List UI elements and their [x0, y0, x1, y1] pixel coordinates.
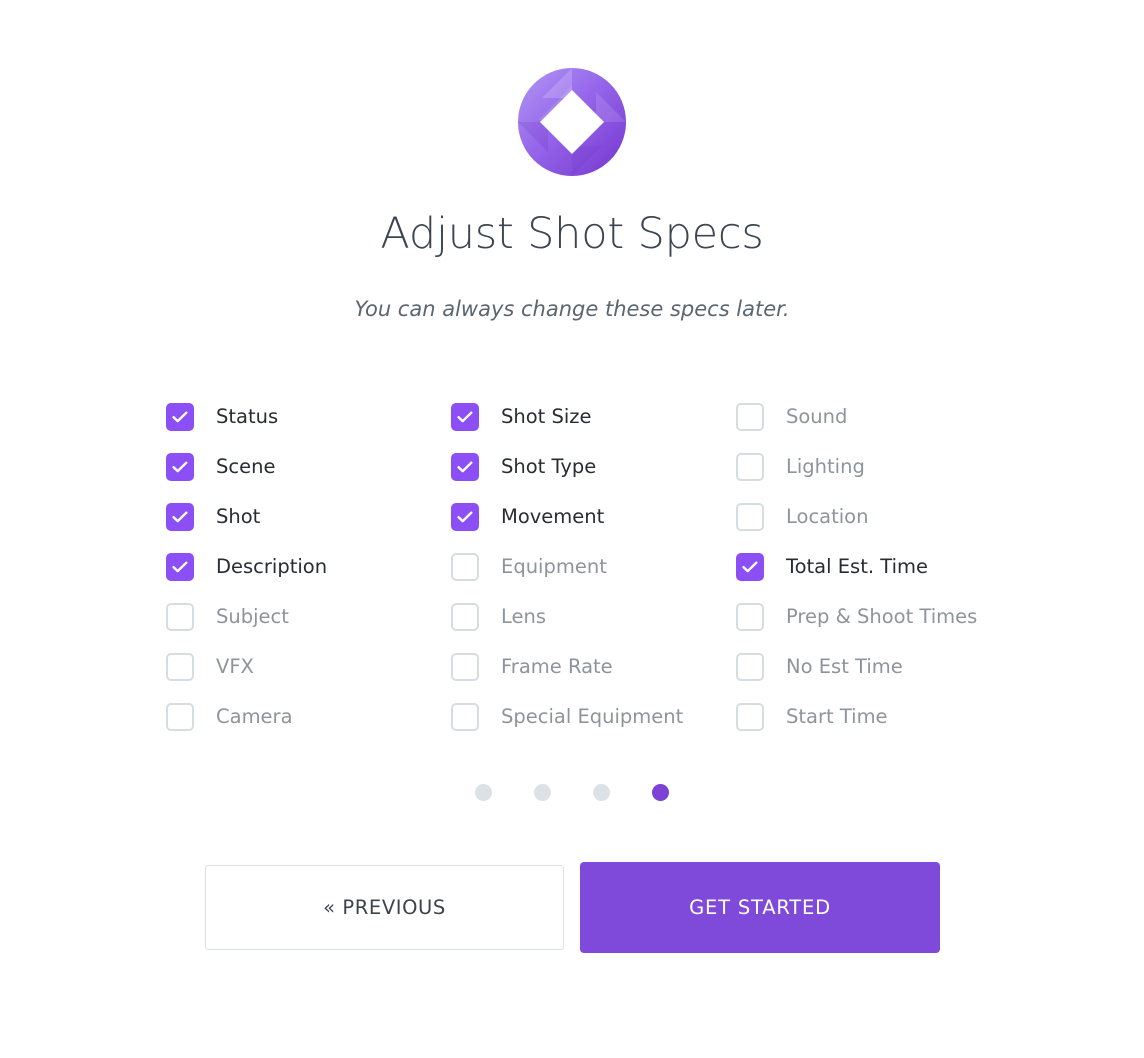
pagination-dot-1[interactable]: [475, 784, 492, 801]
spec-row[interactable]: Subject: [166, 592, 451, 642]
check-icon: [168, 555, 192, 579]
spec-row[interactable]: Prep & Shoot Times: [736, 592, 1026, 642]
checkbox-label[interactable]: Sound: [786, 403, 847, 431]
check-icon: [453, 505, 477, 529]
spec-row[interactable]: Lighting: [736, 442, 1026, 492]
checkbox-label[interactable]: Shot: [216, 503, 260, 531]
spec-row[interactable]: Scene: [166, 442, 451, 492]
checkbox-box[interactable]: [736, 653, 764, 681]
pagination-dot-2[interactable]: [534, 784, 551, 801]
checkbox-label[interactable]: Lighting: [786, 453, 865, 481]
check-icon: [168, 505, 192, 529]
checkbox-label[interactable]: Frame Rate: [501, 653, 613, 681]
footer-actions: « PREVIOUS GET STARTED: [0, 862, 1144, 957]
spec-row[interactable]: Location: [736, 492, 1026, 542]
aperture-diamond-logo-icon: [518, 68, 626, 176]
spec-row[interactable]: Description: [166, 542, 451, 592]
checkbox-box[interactable]: [166, 603, 194, 631]
checkbox-box[interactable]: [736, 453, 764, 481]
spec-row[interactable]: Shot: [166, 492, 451, 542]
checkbox-box[interactable]: [166, 553, 194, 581]
checkbox-label[interactable]: Shot Size: [501, 403, 592, 431]
spec-row[interactable]: Camera: [166, 692, 451, 742]
onboarding-screen: Adjust Shot Specs You can always change …: [0, 0, 1144, 1058]
previous-button[interactable]: « PREVIOUS: [205, 865, 564, 950]
checkbox-label[interactable]: Lens: [501, 603, 546, 631]
checkbox-box[interactable]: [451, 603, 479, 631]
checkbox-label[interactable]: Description: [216, 553, 327, 581]
check-icon: [453, 405, 477, 429]
check-icon: [168, 405, 192, 429]
page-subtitle: You can always change these specs later.: [354, 297, 790, 321]
spec-row[interactable]: VFX: [166, 642, 451, 692]
checkbox-box[interactable]: [736, 603, 764, 631]
checkbox-box[interactable]: [451, 403, 479, 431]
checkbox-label[interactable]: Shot Type: [501, 453, 596, 481]
checkbox-box[interactable]: [736, 553, 764, 581]
checkbox-box[interactable]: [451, 653, 479, 681]
spec-row[interactable]: Lens: [451, 592, 736, 642]
spec-row[interactable]: Sound: [736, 392, 1026, 442]
checkbox-label[interactable]: Scene: [216, 453, 275, 481]
check-icon: [453, 455, 477, 479]
checkbox-label[interactable]: VFX: [216, 653, 254, 681]
spec-row[interactable]: Frame Rate: [451, 642, 736, 692]
checkbox-label[interactable]: Equipment: [501, 553, 607, 581]
checkbox-label[interactable]: Camera: [216, 703, 293, 731]
checkbox-label[interactable]: Start Time: [786, 703, 888, 731]
checkbox-label[interactable]: Prep & Shoot Times: [786, 603, 977, 631]
checkbox-label[interactable]: No Est Time: [786, 653, 903, 681]
pagination-dot-4-active[interactable]: [652, 784, 669, 801]
spec-column-1: Status Scene Shot Description Subject VF…: [166, 392, 451, 742]
check-icon: [168, 455, 192, 479]
app-logo: [518, 68, 626, 176]
page-title: Adjust Shot Specs: [380, 209, 764, 259]
checkbox-label[interactable]: Special Equipment: [501, 703, 683, 731]
checkbox-label[interactable]: Location: [786, 503, 868, 531]
logo-container: [0, 68, 1144, 176]
checkbox-box[interactable]: [166, 503, 194, 531]
check-icon: [738, 555, 762, 579]
spec-row[interactable]: No Est Time: [736, 642, 1026, 692]
checkbox-label[interactable]: Total Est. Time: [786, 553, 928, 581]
checkbox-box[interactable]: [736, 503, 764, 531]
spec-row[interactable]: Shot Type: [451, 442, 736, 492]
checkbox-box[interactable]: [451, 553, 479, 581]
spec-row[interactable]: Special Equipment: [451, 692, 736, 742]
spec-row[interactable]: Equipment: [451, 542, 736, 592]
spec-row[interactable]: Shot Size: [451, 392, 736, 442]
pagination-dot-3[interactable]: [593, 784, 610, 801]
checkbox-box[interactable]: [451, 503, 479, 531]
spec-column-3: Sound Lighting Location Total Est. Time …: [736, 392, 1026, 742]
checkbox-box[interactable]: [736, 703, 764, 731]
checkbox-box[interactable]: [166, 403, 194, 431]
checkbox-label[interactable]: Status: [216, 403, 278, 431]
spec-row[interactable]: Movement: [451, 492, 736, 542]
get-started-button[interactable]: GET STARTED: [580, 862, 940, 953]
checkbox-box[interactable]: [166, 653, 194, 681]
checkbox-label[interactable]: Movement: [501, 503, 604, 531]
spec-column-2: Shot Size Shot Type Movement Equipment L…: [451, 392, 736, 742]
spec-row[interactable]: Start Time: [736, 692, 1026, 742]
checkbox-box[interactable]: [166, 703, 194, 731]
checkbox-box[interactable]: [451, 703, 479, 731]
spec-checkbox-grid: Status Scene Shot Description Subject VF…: [166, 392, 1026, 742]
spec-row-scene-placeholder-0[interactable]: Status: [166, 392, 451, 442]
checkbox-box[interactable]: [451, 453, 479, 481]
spec-row[interactable]: Total Est. Time: [736, 542, 1026, 592]
checkbox-label[interactable]: Subject: [216, 603, 289, 631]
pagination-dots: [0, 784, 1144, 801]
checkbox-box[interactable]: [736, 403, 764, 431]
checkbox-box[interactable]: [166, 453, 194, 481]
